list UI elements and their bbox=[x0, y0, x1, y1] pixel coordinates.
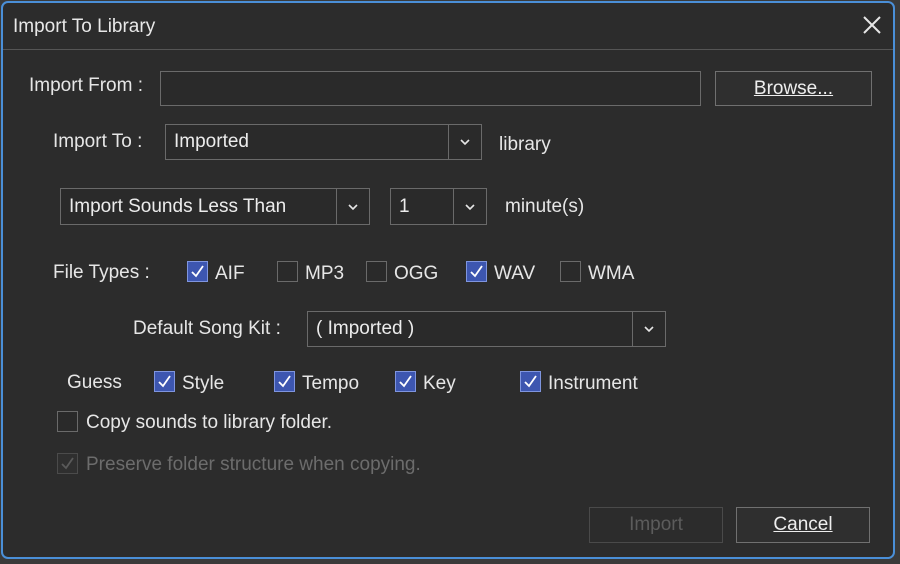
guess-style-checkbox[interactable] bbox=[154, 371, 175, 392]
title-bar: Import To Library bbox=[3, 3, 893, 50]
minutes-unit-label: minute(s) bbox=[505, 196, 585, 217]
import-to-label: Import To : bbox=[53, 131, 143, 152]
import-button-label: Import bbox=[629, 514, 683, 535]
import-button: Import bbox=[589, 507, 723, 543]
file-types-label: File Types : bbox=[53, 262, 150, 283]
chevron-down-icon[interactable] bbox=[448, 125, 481, 159]
browse-button[interactable]: Browse... bbox=[715, 71, 872, 106]
guess-tempo-label: Tempo bbox=[302, 373, 360, 394]
copy-sounds-label: Copy sounds to library folder. bbox=[86, 412, 333, 433]
guess-label: Guess bbox=[67, 372, 122, 393]
cancel-button-label: Cancel bbox=[773, 514, 833, 535]
song-kit-selected: ( Imported ) bbox=[316, 318, 415, 339]
sound-filter-amount-dropdown[interactable]: 1 bbox=[390, 188, 487, 225]
browse-button-label: Browse... bbox=[753, 77, 834, 99]
dialog-title: Import To Library bbox=[13, 16, 156, 37]
import-to-dropdown[interactable]: Imported bbox=[165, 124, 482, 160]
ogg-label: OGG bbox=[394, 263, 439, 284]
cancel-button[interactable]: Cancel bbox=[736, 507, 870, 543]
ogg-checkbox[interactable] bbox=[366, 261, 387, 282]
sound-filter-mode-dropdown[interactable]: Import Sounds Less Than bbox=[60, 188, 370, 225]
library-suffix-label: library bbox=[499, 134, 551, 155]
guess-instrument-checkbox[interactable] bbox=[520, 371, 541, 392]
copy-sounds-checkbox[interactable] bbox=[57, 411, 78, 432]
close-icon[interactable] bbox=[861, 14, 883, 36]
import-dialog: Import To Library Import From : Browse..… bbox=[1, 1, 895, 559]
guess-instrument-label: Instrument bbox=[548, 373, 638, 394]
wav-label: WAV bbox=[494, 263, 536, 284]
import-from-label: Import From : bbox=[29, 75, 144, 96]
import-to-selected: Imported bbox=[174, 131, 249, 152]
guess-key-checkbox[interactable] bbox=[395, 371, 416, 392]
guess-tempo-checkbox[interactable] bbox=[274, 371, 295, 392]
wma-checkbox[interactable] bbox=[560, 261, 581, 282]
chevron-down-icon[interactable] bbox=[336, 189, 369, 224]
mp3-checkbox[interactable] bbox=[277, 261, 298, 282]
wav-checkbox[interactable] bbox=[466, 261, 487, 282]
chevron-down-icon[interactable] bbox=[453, 189, 486, 224]
song-kit-label: Default Song Kit : bbox=[133, 318, 281, 339]
mp3-label: MP3 bbox=[305, 263, 345, 284]
preserve-structure-checkbox bbox=[57, 453, 78, 474]
aif-label: AIF bbox=[215, 263, 245, 284]
guess-key-label: Key bbox=[423, 373, 456, 394]
preserve-structure-label: Preserve folder structure when copying. bbox=[86, 454, 421, 475]
aif-checkbox[interactable] bbox=[187, 261, 208, 282]
chevron-down-icon[interactable] bbox=[632, 312, 665, 346]
wma-label: WMA bbox=[588, 263, 635, 284]
song-kit-dropdown[interactable]: ( Imported ) bbox=[307, 311, 666, 347]
sound-filter-mode-selected: Import Sounds Less Than bbox=[69, 195, 287, 217]
import-from-input[interactable] bbox=[160, 71, 701, 106]
guess-style-label: Style bbox=[182, 373, 225, 394]
sound-filter-amount-selected: 1 bbox=[399, 195, 410, 217]
